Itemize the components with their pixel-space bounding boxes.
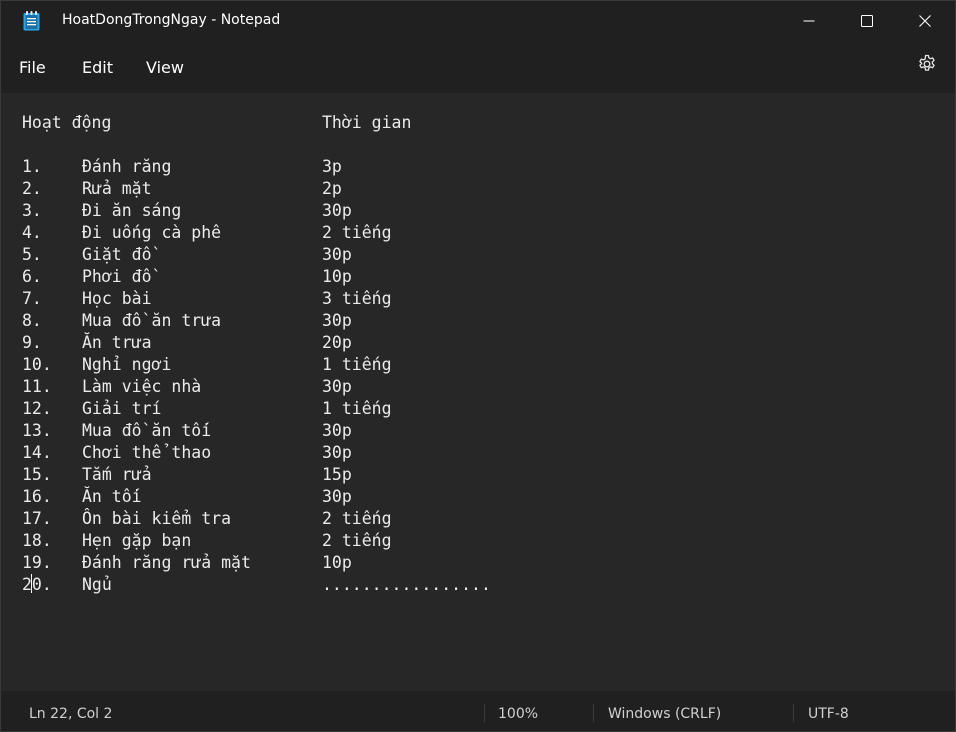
row-activity: Giặt đồ [82, 245, 152, 264]
row-activity: Hẹn gặp bạn [82, 531, 192, 550]
row-number: 1. [22, 157, 42, 176]
row-activity: Giải trí [82, 399, 162, 418]
row-number: 11. [22, 377, 52, 396]
row-time: 30p [322, 443, 352, 462]
maximize-icon [861, 12, 873, 31]
row-time: 1 tiếng [322, 399, 392, 418]
settings-button[interactable] [913, 52, 941, 80]
row-number: 19. [22, 553, 52, 572]
row-activity: Đi ăn sáng [82, 201, 182, 220]
row-time: 3 tiếng [322, 289, 392, 308]
row-number: 20. [22, 575, 52, 594]
row-time: 2 tiếng [322, 509, 392, 528]
row-number: 12. [22, 399, 52, 418]
row-number: 10. [22, 355, 52, 374]
row-time: 30p [322, 245, 352, 264]
row-number: 15. [22, 465, 52, 484]
close-icon [919, 12, 931, 31]
row-time: 30p [322, 377, 352, 396]
line-ending[interactable]: Windows (CRLF) [608, 706, 721, 722]
row-time: 1 tiếng [322, 355, 392, 374]
row-number: 4. [22, 223, 42, 242]
row-number: 7. [22, 289, 42, 308]
header-time: Thời gian [322, 113, 412, 132]
row-activity: Mua đồ ăn tối [82, 421, 212, 440]
close-button[interactable] [896, 1, 954, 41]
row-activity: Phơi đồ [82, 267, 152, 286]
row-time: 30p [322, 201, 352, 220]
window-title: HoatDongTrongNgay - Notepad [62, 12, 281, 28]
notepad-app-icon [23, 11, 40, 31]
row-time: 2 tiếng [322, 531, 392, 550]
row-number: 16. [22, 487, 52, 506]
menu-edit[interactable]: Edit [82, 58, 113, 77]
menu-view[interactable]: View [146, 58, 184, 77]
row-number: 17. [22, 509, 52, 528]
row-time: 20p [322, 333, 352, 352]
zoom-level[interactable]: 100% [498, 706, 538, 722]
row-time: 30p [322, 421, 352, 440]
status-divider [593, 704, 594, 722]
row-time: 10p [322, 267, 352, 286]
row-time: 2 tiếng [322, 223, 392, 242]
row-activity: Đánh răng rửa mặt [82, 553, 251, 572]
row-activity: Mua đồ ăn trưa [82, 311, 222, 330]
minimize-button[interactable] [780, 1, 838, 41]
row-activity: Đánh răng [82, 157, 172, 176]
row-number: 3. [22, 201, 42, 220]
row-activity: Ăn tối [82, 487, 142, 506]
row-time: 3p [322, 157, 342, 176]
row-number: 8. [22, 311, 42, 330]
row-activity: Rửa mặt [82, 179, 152, 198]
status-bar: Ln 22, Col 2 100% Windows (CRLF) UTF-8 [1, 691, 955, 731]
row-time: ................. [322, 575, 491, 594]
row-time: 30p [322, 311, 352, 330]
row-time: 2p [322, 179, 342, 198]
minimize-icon [803, 12, 815, 31]
row-activity: Đi uống cà phê [82, 223, 222, 242]
cursor-position: Ln 22, Col 2 [29, 706, 113, 722]
header-activity: Hoạt động [22, 113, 112, 132]
menu-file[interactable]: File [19, 58, 46, 77]
row-activity: Chơi thể thao [82, 443, 212, 462]
row-activity: Làm việc nhà [82, 377, 202, 396]
row-activity: Ăn trưa [82, 333, 152, 352]
row-number: 14. [22, 443, 52, 462]
title-bar[interactable]: HoatDongTrongNgay - Notepad [1, 1, 955, 41]
row-number: 18. [22, 531, 52, 550]
row-number: 9. [22, 333, 42, 352]
gear-icon [917, 54, 937, 78]
maximize-button[interactable] [838, 1, 896, 41]
status-divider [793, 704, 794, 722]
text-editor[interactable]: Hoạt động Thời gian 1. Đánh răng 3p 2. Rửa mặt… [1, 93, 955, 691]
encoding[interactable]: UTF-8 [808, 706, 849, 722]
notepad-window: HoatDongTrongNgay - Notepad File Edit Vi… [0, 0, 956, 732]
row-number: 2. [22, 179, 42, 198]
row-time: 15p [322, 465, 352, 484]
row-time: 30p [322, 487, 352, 506]
row-number: 6. [22, 267, 42, 286]
menu-bar: File Edit View [1, 41, 955, 93]
row-activity: Nghỉ ngơi [82, 355, 172, 374]
row-activity: Tắm rửa [82, 465, 152, 484]
row-number: 5. [22, 245, 42, 264]
row-activity: Ngủ [82, 575, 112, 594]
status-divider [484, 704, 485, 722]
row-time: 10p [322, 553, 352, 572]
row-activity: Ôn bài kiểm tra [82, 509, 232, 528]
row-number: 13. [22, 421, 52, 440]
text-caret [31, 574, 32, 593]
row-activity: Học bài [82, 289, 152, 308]
